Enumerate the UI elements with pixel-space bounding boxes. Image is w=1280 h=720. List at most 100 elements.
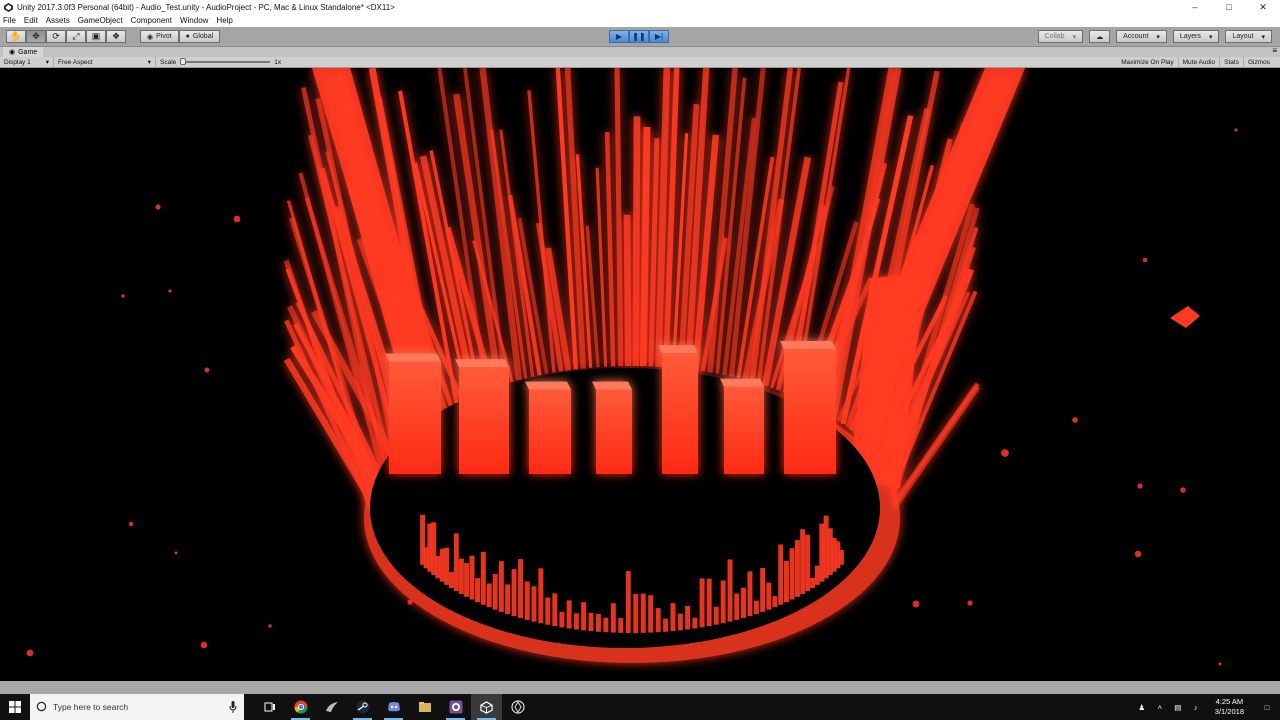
menu-bar: File Edit Assets GameObject Component Wi…	[0, 14, 1280, 27]
particle	[233, 215, 241, 223]
stats-toggle[interactable]: Stats	[1220, 57, 1244, 68]
global-toggle[interactable]: ● Global	[178, 30, 221, 43]
ring-spectrum-bar	[648, 595, 654, 633]
hand-tool-icon[interactable]: ✋	[6, 30, 26, 43]
particle	[174, 551, 178, 555]
github-icon[interactable]	[440, 694, 471, 720]
pivot-toggle[interactable]: ◉ Pivot	[140, 30, 179, 43]
file-explorer-icon[interactable]	[409, 694, 440, 720]
chevron-up-icon[interactable]: ˄	[1151, 703, 1169, 712]
notifications-icon[interactable]: □	[1254, 703, 1280, 712]
play-icon[interactable]: ▶	[609, 30, 629, 43]
unity-icon[interactable]	[471, 694, 502, 720]
ring-spectrum-bar	[819, 523, 825, 582]
ring-spectrum-bar	[706, 578, 712, 627]
maximize-icon[interactable]: □	[1212, 0, 1246, 14]
tab-menu-icon[interactable]: ≡	[1272, 46, 1277, 55]
particle	[155, 204, 161, 210]
scale-slider-handle[interactable]	[180, 58, 187, 65]
ring-spectrum-bar	[633, 593, 639, 633]
microphone-icon[interactable]	[229, 701, 237, 715]
minimize-icon[interactable]: –	[1178, 0, 1212, 14]
ring-spectrum-bar	[480, 551, 486, 605]
tab-game[interactable]: ◉ Game	[3, 47, 44, 57]
ring-spectrum-bar	[760, 568, 766, 612]
transform-tools: ✋ ✥ ⟳ ⤢ ▣ ❖	[6, 30, 126, 43]
ring-spectrum-bar	[603, 617, 609, 633]
ring-spectrum-bar	[677, 613, 683, 631]
windows-start-icon[interactable]	[0, 694, 30, 720]
steam-icon[interactable]	[347, 694, 378, 720]
menu-item-assets[interactable]: Assets	[46, 16, 70, 25]
rect-tool-icon[interactable]: ▣	[86, 30, 106, 43]
chevron-down-icon: ▾	[147, 59, 151, 66]
frequency-bar	[596, 389, 632, 474]
ring-spectrum-bar	[766, 582, 772, 610]
inkscape-icon[interactable]	[316, 694, 347, 720]
taskbar-clock[interactable]: 4:25 AM 3/1/2018	[1205, 697, 1254, 717]
transform-tool-icon[interactable]: ❖	[106, 30, 126, 43]
mute-audio-toggle[interactable]: Mute Audio	[1179, 57, 1221, 68]
menu-item-component[interactable]: Component	[131, 16, 172, 25]
particle	[967, 600, 973, 606]
ring-spectrum-bar	[789, 548, 795, 600]
unity-hub-icon[interactable]	[502, 694, 533, 720]
people-icon[interactable]: ♟	[1133, 703, 1151, 712]
frequency-bar-top	[780, 341, 836, 349]
ring-spectrum-bar	[794, 540, 800, 597]
scale-value: 1x	[274, 58, 282, 66]
cloud-button[interactable]: ☁	[1089, 30, 1111, 43]
rotate-tool-icon[interactable]: ⟳	[46, 30, 66, 43]
spectrum-ray	[604, 132, 616, 367]
network-icon[interactable]: ▤	[1169, 703, 1187, 712]
taskbar-search-box[interactable]: Type here to search	[30, 694, 244, 720]
particle	[407, 599, 413, 605]
stats-label: Stats	[1224, 59, 1239, 66]
display-dropdown[interactable]: Display 1 ▾	[0, 56, 54, 68]
clock-date: 3/1/2018	[1214, 707, 1244, 716]
spectrum-ray	[632, 116, 641, 367]
menu-item-window[interactable]: Window	[180, 16, 208, 25]
ring-spectrum-bar	[448, 572, 454, 588]
layers-dropdown[interactable]: Layers ▾	[1172, 30, 1220, 43]
audio-visualizer-scene	[26, 68, 1238, 666]
frequency-bar-top	[525, 381, 571, 390]
game-viewport[interactable]	[0, 68, 1280, 681]
spectrum-ray	[595, 167, 608, 367]
maximize-on-play-toggle[interactable]: Maximize On Play	[1117, 57, 1179, 68]
menu-item-edit[interactable]: Edit	[24, 16, 38, 25]
scale-tool-icon[interactable]: ⤢	[66, 30, 86, 43]
ring-spectrum-bar	[581, 602, 587, 631]
task-view-icon[interactable]	[254, 694, 285, 720]
mute-label: Mute Audio	[1182, 59, 1216, 66]
pause-icon[interactable]: ❚❚	[629, 30, 649, 43]
layout-dropdown[interactable]: Layout ▾	[1225, 30, 1272, 43]
status-bar	[0, 681, 1280, 694]
volume-icon[interactable]: ♪	[1187, 703, 1205, 712]
close-icon[interactable]: ✕	[1246, 0, 1280, 14]
ring-spectrum-bar	[685, 605, 691, 630]
search-icon	[36, 701, 47, 714]
game-view-icon: ◉	[9, 49, 16, 56]
aspect-dropdown[interactable]: Free Aspect ▾	[54, 56, 156, 68]
gizmos-label: Gizmos	[1247, 59, 1270, 66]
menu-item-gameobject[interactable]: GameObject	[78, 16, 123, 25]
frequency-bar	[662, 353, 698, 474]
scale-slider[interactable]	[180, 58, 271, 65]
chrome-icon[interactable]	[285, 694, 316, 720]
ring-spectrum-bar	[566, 600, 572, 629]
menu-item-help[interactable]: Help	[216, 16, 232, 25]
chevron-down-icon: ▾	[1156, 33, 1160, 41]
ring-spectrum-bar	[595, 613, 601, 632]
account-dropdown[interactable]: Account ▾	[1116, 30, 1167, 43]
collab-dropdown[interactable]: Collab ▾	[1037, 30, 1084, 43]
right-toolbar: Collab ▾ ☁ Account ▾ Layers ▾ Layout ▾	[1037, 30, 1272, 43]
discord-icon[interactable]	[378, 694, 409, 720]
ring-spectrum-bar	[552, 593, 558, 627]
global-label: Global	[192, 33, 214, 40]
gizmos-dropdown[interactable]: Gizmos	[1244, 57, 1274, 68]
move-tool-icon[interactable]: ✥	[26, 30, 46, 43]
step-icon[interactable]: ▶|	[649, 30, 669, 43]
scale-label: Scale	[160, 58, 177, 66]
menu-item-file[interactable]: File	[3, 16, 16, 25]
